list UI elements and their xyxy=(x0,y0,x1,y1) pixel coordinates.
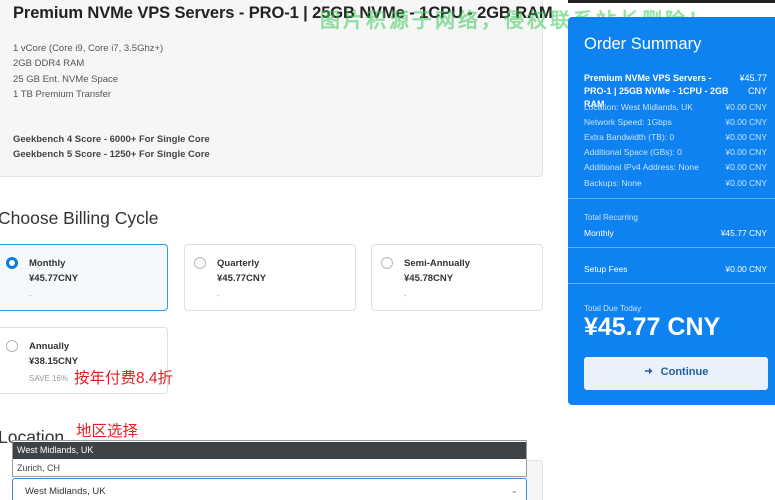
location-option-west-midlands[interactable]: West Midlands, UK xyxy=(13,442,526,459)
total-due-amount: ¥45.77 CNY xyxy=(584,313,721,341)
location-dropdown-list[interactable]: West Midlands, UK Zurich, CH xyxy=(12,440,527,477)
order-summary-panel: Order Summary Premium NVMe VPS Servers -… xyxy=(568,17,775,405)
row-label: Location: West Midlands, UK xyxy=(584,102,693,112)
radio-quarterly[interactable] xyxy=(194,257,206,269)
arrow-right-icon xyxy=(644,367,653,375)
spec-ram: 2GB DDR4 RAM xyxy=(13,58,85,69)
summary-divider xyxy=(568,283,775,284)
row-value: ¥0.00 CNY xyxy=(725,117,767,127)
row-label: Network Speed: 1Gbps xyxy=(584,117,672,127)
cycle-price: ¥45.77CNY xyxy=(29,273,79,284)
spec-cpu: 1 vCore (Core i9, Core i7, 3.5Ghz+) xyxy=(13,43,164,54)
row-label: Additional IPv4 Address: None xyxy=(584,162,699,172)
radio-annually[interactable] xyxy=(6,340,18,352)
total-due-label: Total Due Today xyxy=(584,304,642,313)
billing-cycle-heading: Choose Billing Cycle xyxy=(0,208,159,228)
spec-transfer: 1 TB Premium Transfer xyxy=(13,89,112,100)
cycle-note: - xyxy=(29,291,32,300)
continue-label: Continue xyxy=(660,366,709,378)
setup-fees-amount: ¥0.00 CNY xyxy=(725,264,767,274)
location-option-zurich[interactable]: Zurich, CH xyxy=(13,460,526,477)
cycle-name: Quarterly xyxy=(217,258,260,269)
setup-fees-label: Setup Fees xyxy=(584,264,628,274)
spec-disk: 25 GB Ent. NVMe Space xyxy=(13,74,119,85)
region-select-annotation: 地区选择 xyxy=(76,423,139,440)
location-select-value: West Midlands, UK xyxy=(25,486,106,497)
cycle-name: Annually xyxy=(29,341,70,352)
benchmark-gb5: Geekbench 5 Score - 1250+ For Single Cor… xyxy=(13,149,210,160)
row-value: ¥0.00 CNY xyxy=(725,132,767,142)
row-value: ¥0.00 CNY xyxy=(725,102,767,112)
row-value: ¥0.00 CNY xyxy=(725,147,767,157)
order-summary-title: Order Summary xyxy=(584,35,702,53)
summary-divider xyxy=(568,247,775,248)
location-select[interactable]: West Midlands, UK ⌄ xyxy=(12,478,527,500)
radio-monthly[interactable] xyxy=(6,257,18,269)
summary-product-price: ¥45.77 CNY xyxy=(739,73,767,96)
summary-top-border xyxy=(568,0,775,3)
row-value: ¥0.00 CNY xyxy=(725,162,767,172)
annual-discount-annotation: 按年付费8.4折 xyxy=(74,370,174,387)
benchmark-gb4: Geekbench 4 Score - 6000+ For Single Cor… xyxy=(13,134,210,145)
cycle-note: - xyxy=(217,291,220,300)
row-label: Extra Bandwidth (TB): 0 xyxy=(584,132,675,142)
cycle-name: Semi-Annually xyxy=(404,258,470,269)
cycle-price: ¥38.15CNY xyxy=(29,356,79,367)
summary-divider xyxy=(568,198,775,199)
cycle-price: ¥45.77CNY xyxy=(217,273,267,284)
cycle-savings-note: SAVE 16% xyxy=(29,374,68,383)
recurring-amount: ¥45.77 CNY xyxy=(720,228,767,238)
continue-button[interactable]: Continue xyxy=(584,357,768,390)
billing-option-quarterly[interactable]: Quarterly ¥45.77CNY - xyxy=(184,244,356,311)
billing-option-monthly[interactable]: Monthly ¥45.77CNY - xyxy=(0,244,168,311)
cycle-note: - xyxy=(404,291,407,300)
cycle-name: Monthly xyxy=(29,258,66,269)
billing-option-semi-annually[interactable]: Semi-Annually ¥45.78CNY - xyxy=(371,244,543,311)
total-recurring-label: Total Recurring xyxy=(584,213,638,222)
chevron-down-icon: ⌄ xyxy=(510,485,518,495)
row-value: ¥0.00 CNY xyxy=(725,178,767,188)
row-label: Additional Space (GBs): 0 xyxy=(584,147,682,157)
cycle-price: ¥45.78CNY xyxy=(404,273,454,284)
row-label: Backups: None xyxy=(584,178,642,188)
recurring-cycle: Monthly xyxy=(584,228,614,238)
radio-semi-annually[interactable] xyxy=(381,257,393,269)
